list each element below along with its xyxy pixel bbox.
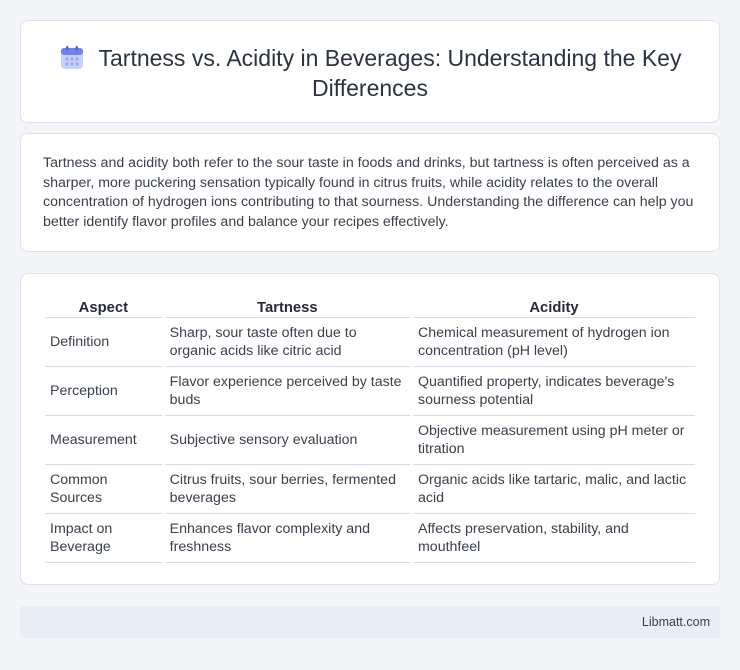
table-row: Definition Sharp, sour taste often due t… (45, 318, 695, 367)
page-title: Tartness vs. Acidity in Beverages: Under… (98, 45, 682, 101)
cell-tartness: Subjective sensory evaluation (164, 416, 410, 465)
cell-acidity: Organic acids like tartaric, malic, and … (412, 465, 695, 514)
header-acidity: Acidity (412, 294, 695, 318)
cell-acidity: Objective measurement using pH meter or … (412, 416, 695, 465)
cell-tartness: Sharp, sour taste often due to organic a… (164, 318, 410, 367)
comparison-card: Aspect Tartness Acidity Definition Sharp… (20, 273, 720, 585)
page-title-row: Tartness vs. Acidity in Beverages: Under… (21, 43, 719, 103)
cell-acidity: Chemical measurement of hydrogen ion con… (412, 318, 695, 367)
cell-tartness: Flavor experience perceived by taste bud… (164, 367, 410, 416)
footer-site-link[interactable]: Libmatt.com (642, 615, 710, 629)
cell-tartness: Enhances flavor complexity and freshness (164, 514, 410, 563)
footer-bar: Libmatt.com (20, 606, 720, 639)
cell-aspect: Common Sources (45, 465, 162, 514)
comparison-table: Aspect Tartness Acidity Definition Sharp… (42, 294, 698, 563)
calendar-icon (60, 46, 83, 69)
table-row: Perception Flavor experience perceived b… (45, 367, 695, 416)
cell-acidity: Quantified property, indicates beverage'… (412, 367, 695, 416)
cell-aspect: Impact on Beverage (45, 514, 162, 563)
header-tartness: Tartness (164, 294, 410, 318)
cell-aspect: Measurement (45, 416, 162, 465)
cell-tartness: Citrus fruits, sour berries, fermented b… (164, 465, 410, 514)
intro-paragraph: Tartness and acidity both refer to the s… (43, 155, 694, 230)
cell-aspect: Perception (45, 367, 162, 416)
table-row: Impact on Beverage Enhances flavor compl… (45, 514, 695, 563)
table-header-row: Aspect Tartness Acidity (45, 294, 695, 318)
cell-aspect: Definition (45, 318, 162, 367)
intro-card: Tartness and acidity both refer to the s… (20, 133, 720, 252)
table-row: Common Sources Citrus fruits, sour berri… (45, 465, 695, 514)
cell-acidity: Affects preservation, stability, and mou… (412, 514, 695, 563)
table-row: Measurement Subjective sensory evaluatio… (45, 416, 695, 465)
header-aspect: Aspect (45, 294, 162, 318)
title-card: Tartness vs. Acidity in Beverages: Under… (20, 20, 720, 123)
